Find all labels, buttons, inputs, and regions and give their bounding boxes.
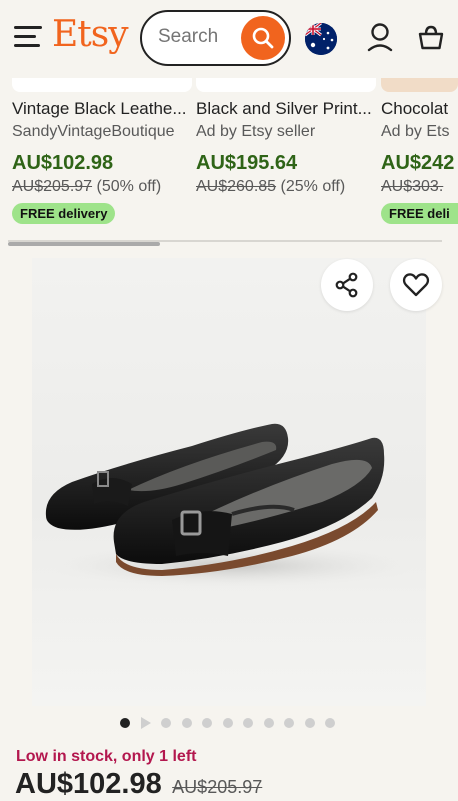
card-shop: Ad by Etsy seller bbox=[196, 123, 316, 140]
card-image bbox=[196, 78, 376, 92]
recommendation-card[interactable]: Chocolat Ad by Ets AU$242 AU$303. FREE d… bbox=[381, 78, 458, 224]
pagination-dot-active[interactable] bbox=[120, 718, 130, 728]
australia-flag-icon[interactable] bbox=[305, 23, 337, 55]
pagination-dot[interactable] bbox=[222, 718, 233, 728]
card-original-price: AU$260.85 (25% off) bbox=[196, 176, 376, 198]
card-price: AU$242 bbox=[381, 152, 455, 174]
free-delivery-badge: FREE deli bbox=[381, 203, 458, 224]
product-original-price: AU$205.97 bbox=[172, 777, 263, 797]
card-image bbox=[381, 78, 458, 92]
recommendation-card[interactable]: Vintage Black Leathe... SandyVintageBout… bbox=[12, 78, 192, 224]
card-image bbox=[12, 78, 192, 92]
carousel-scrollbar[interactable] bbox=[8, 242, 160, 246]
black-leather-flats-photo bbox=[45, 423, 417, 588]
recommendation-card[interactable]: Black and Silver Print... Ad by Etsy sel… bbox=[196, 78, 376, 198]
stock-status: Low in stock, only 1 left bbox=[16, 748, 197, 765]
card-price: AU$195.64 bbox=[196, 152, 298, 174]
menu-button[interactable] bbox=[14, 26, 42, 50]
site-header: Etsy bbox=[0, 0, 458, 78]
card-title: Vintage Black Leathe... bbox=[12, 99, 187, 118]
product-price-row: AU$102.98 AU$205.97 bbox=[15, 768, 262, 801]
pagination-dot[interactable] bbox=[263, 718, 274, 728]
etsy-logo[interactable]: Etsy bbox=[52, 14, 129, 55]
card-original-price: AU$303. bbox=[381, 176, 458, 198]
search-input[interactable] bbox=[158, 26, 238, 48]
pagination-dot[interactable] bbox=[304, 718, 315, 728]
cart-icon bbox=[418, 25, 444, 50]
free-delivery-badge: FREE delivery bbox=[12, 203, 116, 224]
strikethrough-price: AU$260.85 bbox=[196, 178, 277, 195]
pagination-dot[interactable] bbox=[161, 718, 171, 728]
discount-label: (50% off) bbox=[96, 178, 162, 195]
card-price: AU$102.98 bbox=[12, 152, 114, 174]
discount-label: (25% off) bbox=[280, 178, 346, 195]
product-image[interactable] bbox=[32, 258, 426, 706]
pagination-dot[interactable] bbox=[243, 718, 253, 728]
cart-button[interactable] bbox=[417, 23, 445, 51]
search-button[interactable] bbox=[241, 16, 285, 60]
share-button[interactable] bbox=[321, 259, 373, 311]
pagination-dot[interactable] bbox=[181, 718, 192, 728]
search-bar bbox=[140, 10, 291, 66]
strikethrough-price: AU$205.97 bbox=[12, 178, 93, 195]
pagination-dot[interactable] bbox=[325, 718, 335, 728]
user-icon bbox=[367, 23, 393, 52]
card-shop: Ad by Ets bbox=[381, 123, 450, 140]
favorite-button[interactable] bbox=[390, 259, 442, 311]
search-icon bbox=[252, 27, 274, 49]
menu-icon-line bbox=[14, 44, 40, 47]
product-price: AU$102.98 bbox=[15, 768, 162, 800]
card-title: Black and Silver Print... bbox=[196, 99, 372, 118]
menu-icon-line bbox=[14, 35, 36, 38]
card-shop: SandyVintageBoutique bbox=[12, 123, 175, 140]
play-icon[interactable] bbox=[140, 717, 151, 729]
card-title: Chocolat bbox=[381, 99, 449, 118]
menu-icon bbox=[14, 26, 42, 29]
recommendation-carousel[interactable]: Vintage Black Leathe... SandyVintageBout… bbox=[0, 78, 458, 248]
card-original-price: AU$205.97 (50% off) bbox=[12, 176, 192, 198]
share-icon bbox=[335, 272, 358, 298]
account-button[interactable] bbox=[366, 22, 394, 52]
strikethrough-price: AU$303. bbox=[381, 178, 444, 195]
image-pagination bbox=[120, 716, 346, 730]
heart-icon bbox=[402, 273, 430, 297]
pagination-dot[interactable] bbox=[284, 718, 294, 728]
pagination-dot[interactable] bbox=[202, 718, 212, 728]
